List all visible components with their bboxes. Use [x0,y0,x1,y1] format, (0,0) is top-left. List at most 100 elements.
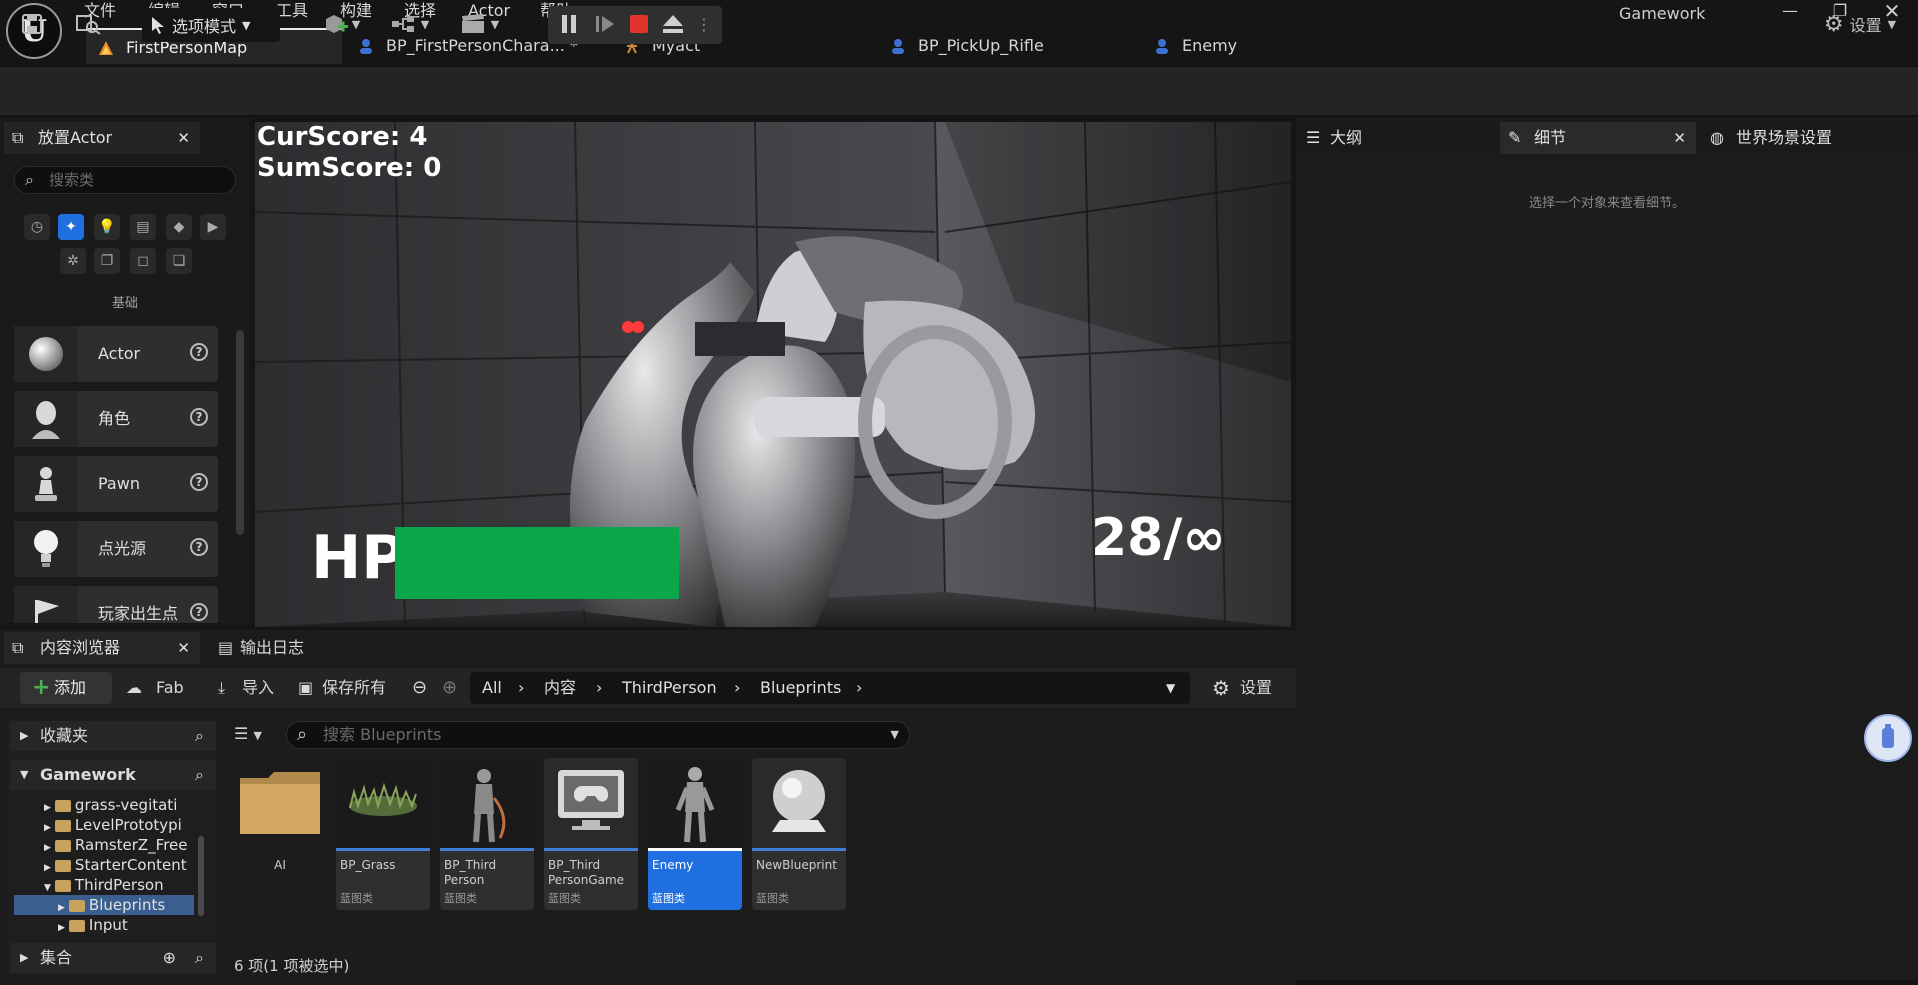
forward-icon[interactable]: ⊕ [442,672,457,704]
floating-assistant-button[interactable] [1864,714,1912,762]
gear-icon: ⚙ [1823,11,1844,37]
assets-search-input[interactable]: ⌕ 搜索 Blueprints ▼ [286,721,910,749]
filter-button[interactable]: ☰ ▼ [234,724,262,743]
breadcrumb-blueprints[interactable]: Blueprints [760,672,841,704]
add-actor-button[interactable]: ▼ [318,8,366,40]
visual-effects-icon[interactable]: ◆ [166,214,192,240]
tree-folder[interactable]: ▶ RamsterZ_Free [44,835,188,855]
eject-icon[interactable] [660,8,686,40]
save-icon[interactable] [18,8,46,40]
tab-enemy[interactable]: Enemy [1142,28,1302,64]
breadcrumb-all[interactable]: All [482,672,502,704]
blueprint-menu-button[interactable]: ▼ [386,8,434,40]
tree-folder[interactable]: ▶ grass-vegitati [44,795,177,815]
save-icon: ▣ [298,678,314,697]
all-classes-icon[interactable]: ❏ [166,248,192,274]
place-actor-search-input[interactable]: ⌕ 搜索类 [14,166,236,194]
asset-thumbnail [648,758,742,848]
folder-tree: ▶ grass-vegitati ▶ LevelPrototypi ▶ Ramster… [10,795,196,937]
search-icon: ⌕ [25,170,34,189]
mode-select-button[interactable]: 选项模式 ▼ [142,8,280,42]
save-all-button[interactable]: ▣ 保存所有 [298,672,386,704]
collections-section[interactable]: ▶ 集合 ⊕ ⌕ [10,943,216,973]
basic-icon[interactable]: ✦ [58,214,84,240]
search-icon[interactable]: ⌕ [195,721,204,751]
tab-place-actor[interactable]: ⧉ 放置Actor ✕ [4,122,200,154]
pawn-icon [14,456,78,512]
chevron-right-icon: ▶ [20,729,29,742]
add-collection-icon[interactable]: ⊕ [163,943,176,973]
tab-world-settings[interactable]: ◍ 世界场景设置 [1710,122,1832,154]
actor-item-player-start[interactable]: 玩家出生点 ? [14,586,218,623]
add-button[interactable]: + 添加 [20,672,112,704]
cinematic-icon[interactable]: ▤ [130,214,156,240]
help-icon[interactable]: ? [190,538,208,556]
asset-folder-ai[interactable]: AI [236,758,324,910]
scrollbar[interactable] [198,836,204,916]
actor-item-character[interactable]: 角色 ? [14,391,218,447]
effects-icon[interactable]: ✲ [60,248,86,274]
recent-icon[interactable]: ◷ [24,214,50,240]
tab-details[interactable]: ✎ 细节 ✕ [1500,122,1696,154]
help-icon[interactable]: ? [190,473,208,491]
cinematics-button[interactable]: ▼ [456,8,504,40]
asset-bp-thirdpersongame[interactable]: BP_Third PersonGame 蓝图类 [544,758,638,910]
actor-item-actor[interactable]: Actor ? [14,326,218,382]
tree-folder[interactable]: ▼ ThirdPerson [44,875,164,895]
asset-enemy[interactable]: Enemy 蓝图类 [648,758,742,910]
import-button[interactable]: ⤓ 导入 [218,672,274,704]
tab-content-browser[interactable]: ⧉ 内容浏览器 ✕ [4,632,200,664]
tab-bp-pickup-rifle[interactable]: BP_PickUp_Rifle [878,28,1078,64]
tab-outliner[interactable]: ☰ 大纲 [1306,122,1362,154]
asset-bp-grass[interactable]: BP_Grass 蓝图类 [336,758,430,910]
scrollbar[interactable] [236,330,244,535]
geometry-icon[interactable]: ❐ [94,248,120,274]
help-icon[interactable]: ? [190,408,208,426]
project-label: Gamework [40,765,136,784]
fab-button[interactable]: ☁ Fab [126,672,184,704]
tree-folder-selected[interactable]: ▶ Blueprints [14,895,194,915]
tab-label: 世界场景设置 [1736,128,1833,147]
step-frame-icon[interactable] [592,8,618,40]
search-icon[interactable]: ⌕ [195,760,204,790]
tree-folder[interactable]: ▶ LevelPrototypi [44,815,182,835]
breadcrumb-thirdperson[interactable]: ThirdPerson [622,672,717,704]
project-section[interactable]: ▼ Gamework ⌕ [10,760,216,790]
outliner-icon: ☰ [1306,128,1321,147]
actor-item-pawn[interactable]: Pawn ? [14,456,218,512]
close-icon[interactable]: ✕ [1673,122,1686,154]
back-icon[interactable]: ⊖ [412,672,427,704]
favorites-section[interactable]: ▶ 收藏夹 ⌕ [10,721,216,751]
volumes-icon[interactable]: ▶ [200,214,226,240]
menu-tools[interactable]: 工具 [276,0,308,22]
settings-button[interactable]: ⚙ 设置 ▼ [1812,8,1908,40]
pause-icon[interactable] [556,8,582,40]
lights-icon[interactable]: 💡 [94,214,120,240]
close-icon[interactable]: ✕ [177,632,190,664]
hp-bar-track [395,527,679,599]
tab-label: 输出日志 [240,638,305,657]
tree-folder[interactable]: ▶ Input [58,915,128,935]
content-settings-button[interactable]: ⚙ 设置 [1212,672,1272,704]
level-viewport[interactable]: CurScore: 4 SumScore: 0 HP 28/∞ [255,122,1291,627]
help-icon[interactable]: ? [190,603,208,621]
minimize-button[interactable]: — [1770,0,1810,22]
asset-bp-thirdperson[interactable]: BP_Third Person 蓝图类 [440,758,534,910]
item-count-status: 6 项(1 项被选中) [234,957,350,975]
breadcrumb-content[interactable]: 内容 [544,672,576,704]
shapes-icon[interactable]: ◻ [130,248,156,274]
chevron-down-icon[interactable]: ▼ [1166,672,1175,704]
chevron-down-icon: ▼ [420,17,430,31]
more-options-icon[interactable]: ⋮ [696,8,712,40]
close-icon[interactable]: ✕ [177,122,190,154]
stop-icon[interactable] [626,8,652,40]
search-icon[interactable]: ⌕ [195,943,204,973]
tab-output-log[interactable]: ▤ 输出日志 [212,632,304,664]
help-icon[interactable]: ? [190,343,208,361]
tree-folder[interactable]: ▶ StarterContent [44,855,187,875]
asset-newblueprint[interactable]: NewBlueprint 蓝图类 [752,758,846,910]
folder-label: StarterContent [74,856,187,874]
content-browse-icon[interactable] [72,8,104,40]
actor-item-point-light[interactable]: 点光源 ? [14,521,218,577]
actor-item-label: Pawn [98,474,140,493]
